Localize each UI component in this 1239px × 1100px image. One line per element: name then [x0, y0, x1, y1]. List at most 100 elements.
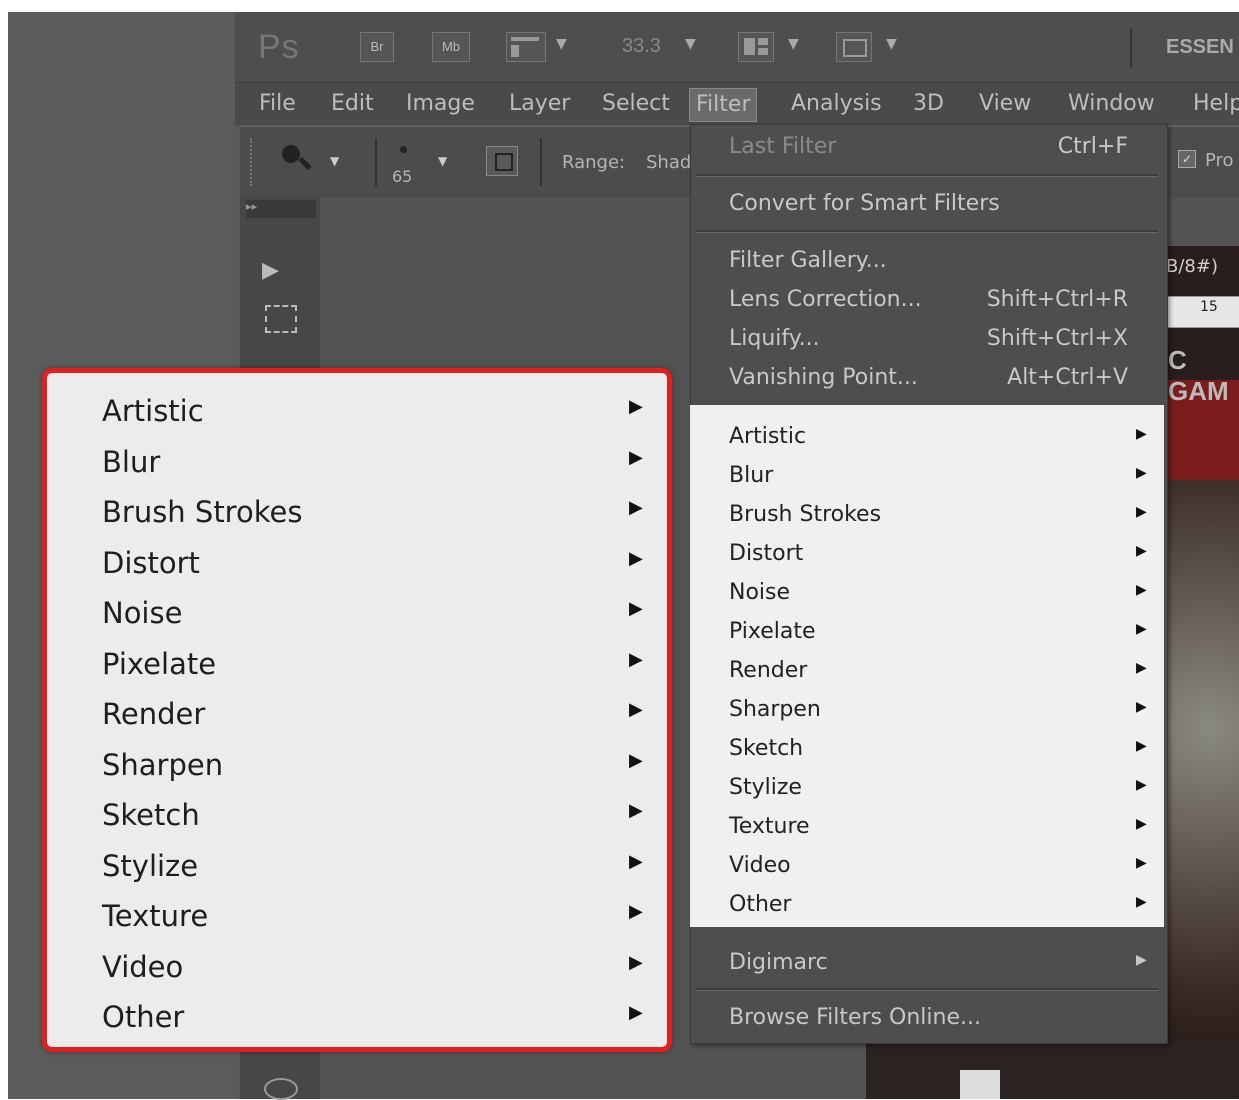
mini-bridge-button[interactable]: Mb: [432, 32, 470, 62]
submenu-arrow-icon: ▶: [1136, 816, 1147, 832]
poster-face-image: [1166, 480, 1239, 1099]
menu-filter[interactable]: Filter: [689, 88, 758, 122]
submenu-arrow-icon: ▶: [1136, 894, 1147, 910]
menu-help[interactable]: Help: [1187, 88, 1239, 120]
menu-analysis[interactable]: Analysis: [785, 88, 888, 120]
callout-category-other: Other: [102, 1000, 185, 1034]
filter-category-texture[interactable]: Texture: [729, 814, 810, 839]
submenu-arrow-icon: ▶: [1136, 660, 1147, 676]
filter-category-sketch[interactable]: Sketch: [729, 736, 803, 761]
screen-mode-icon: [843, 39, 867, 57]
filter-category-noise[interactable]: Noise: [729, 580, 790, 605]
options-grip[interactable]: [250, 138, 256, 186]
bridge-button[interactable]: Br: [360, 32, 394, 62]
submenu-arrow-icon: ▶: [1136, 426, 1147, 442]
callout-category-noise: Noise: [102, 596, 183, 630]
submenu-arrow-icon: ▶: [629, 901, 643, 922]
marquee-tool-icon[interactable]: [265, 305, 297, 333]
menu-3d[interactable]: 3D: [907, 88, 950, 120]
menu-file[interactable]: File: [253, 88, 302, 120]
protect-label: Pro: [1205, 150, 1234, 171]
menu-view[interactable]: View: [973, 88, 1037, 120]
callout-category-video: Video: [102, 950, 184, 984]
menu-item-browse-filters-online[interactable]: Browse Filters Online...: [729, 1005, 981, 1030]
filter-category-other[interactable]: Other: [729, 892, 791, 917]
brush-tip-icon: [400, 146, 407, 153]
menu-window[interactable]: Window: [1062, 88, 1161, 120]
range-label: Range:: [562, 152, 626, 173]
filter-category-distort[interactable]: Distort: [729, 541, 803, 566]
filter-category-render[interactable]: Render: [729, 658, 807, 683]
move-tool-icon[interactable]: ▶: [262, 258, 279, 283]
submenu-arrow-icon: ▶: [1136, 777, 1147, 793]
callout-category-sharpen: Sharpen: [102, 748, 224, 782]
arrange-chevron-down-icon[interactable]: ▼: [788, 36, 799, 52]
arrange-grid-icon: [744, 38, 755, 55]
menu-item-lens-correction[interactable]: Lens Correction...: [729, 287, 922, 312]
shortcut-liquify: Shift+Ctrl+X: [986, 326, 1128, 351]
menu-item-digimarc[interactable]: Digimarc: [729, 950, 828, 975]
filmstrip-icon-cell: [511, 45, 519, 57]
submenu-arrow-icon: ▶: [1136, 621, 1147, 637]
menu-divider: [696, 174, 1158, 177]
zoom-chevron-down-icon[interactable]: ▼: [685, 36, 696, 52]
menu-select[interactable]: Select: [596, 88, 676, 120]
view-extras-chevron-down-icon[interactable]: ▼: [556, 36, 567, 52]
callout-category-artistic: Artistic: [102, 394, 204, 428]
submenu-arrow-icon: ▶: [1136, 738, 1147, 754]
callout-category-distort: Distort: [102, 546, 200, 580]
menu-divider: [696, 230, 1158, 233]
refine-edge-icon: [495, 153, 513, 171]
workspace-switcher[interactable]: ESSEN: [1166, 36, 1234, 59]
poster-bottom-letter: [960, 1070, 1000, 1099]
filter-category-artistic[interactable]: Artistic: [729, 424, 806, 449]
submenu-arrow-icon: ▶: [629, 851, 643, 872]
menu-item-liquify[interactable]: Liquify...: [729, 326, 820, 351]
callout-category-brush-strokes: Brush Strokes: [102, 495, 303, 529]
document-tab[interactable]: B/8#): [1166, 256, 1218, 277]
shortcut-last-filter: Ctrl+F: [1057, 134, 1128, 159]
callout-category-blur: Blur: [102, 445, 161, 479]
submenu-arrow-icon: ▶: [1136, 582, 1147, 598]
screen-mode-button[interactable]: [836, 32, 872, 62]
menu-image[interactable]: Image: [400, 88, 481, 120]
filter-category-blur[interactable]: Blur: [729, 463, 773, 488]
filter-category-pixelate[interactable]: Pixelate: [729, 619, 816, 644]
menu-item-vanishing-point[interactable]: Vanishing Point...: [729, 365, 918, 390]
submenu-arrow-icon: ▶: [629, 699, 643, 720]
callout-category-texture: Texture: [102, 899, 209, 933]
tool-preset-chevron-down-icon[interactable]: ▼: [330, 154, 339, 168]
zoom-level[interactable]: 33.3: [622, 35, 661, 58]
menu-edit[interactable]: Edit: [325, 88, 380, 120]
menu-item-convert-smart-filters[interactable]: Convert for Smart Filters: [729, 191, 1000, 216]
screen-mode-chevron-down-icon[interactable]: ▼: [886, 36, 897, 52]
submenu-arrow-icon: ▶: [629, 396, 643, 417]
range-select[interactable]: Shad: [646, 152, 691, 173]
callout-category-pixelate: Pixelate: [102, 647, 217, 681]
poster-text: C GAM: [1168, 345, 1229, 406]
filter-category-brush-strokes[interactable]: Brush Strokes: [729, 502, 881, 527]
shortcut-lens-correction: Shift+Ctrl+R: [986, 287, 1128, 312]
submenu-arrow-icon: ▶: [629, 1002, 643, 1023]
ruler-number: 15: [1200, 299, 1218, 315]
brush-size[interactable]: 65: [392, 167, 412, 186]
submenu-arrow-icon: ▶: [629, 447, 643, 468]
arrange-documents-button[interactable]: [738, 32, 774, 62]
menu-item-last-filter[interactable]: Last Filter: [729, 134, 836, 159]
submenu-arrow-icon: ▶: [629, 800, 643, 821]
filter-category-sharpen[interactable]: Sharpen: [729, 697, 821, 722]
tools-panel-header[interactable]: ▸▸: [246, 200, 316, 218]
submenu-arrow-icon: ▶: [1136, 504, 1147, 520]
filter-category-video[interactable]: Video: [729, 853, 791, 878]
view-extras-button[interactable]: [506, 32, 546, 62]
ellipse-tool-icon[interactable]: [264, 1078, 298, 1100]
menu-item-filter-gallery[interactable]: Filter Gallery...: [729, 248, 887, 273]
brush-chevron-down-icon[interactable]: ▼: [438, 154, 447, 168]
protect-checkbox[interactable]: ✓: [1178, 150, 1196, 168]
callout-category-sketch: Sketch: [102, 798, 200, 832]
sample-all-layers-button[interactable]: [486, 146, 518, 176]
filter-category-stylize[interactable]: Stylize: [729, 775, 802, 800]
submenu-arrow-icon: ▶: [1136, 855, 1147, 871]
poster-bottom-image: [866, 1040, 1239, 1099]
menu-layer[interactable]: Layer: [503, 88, 576, 120]
